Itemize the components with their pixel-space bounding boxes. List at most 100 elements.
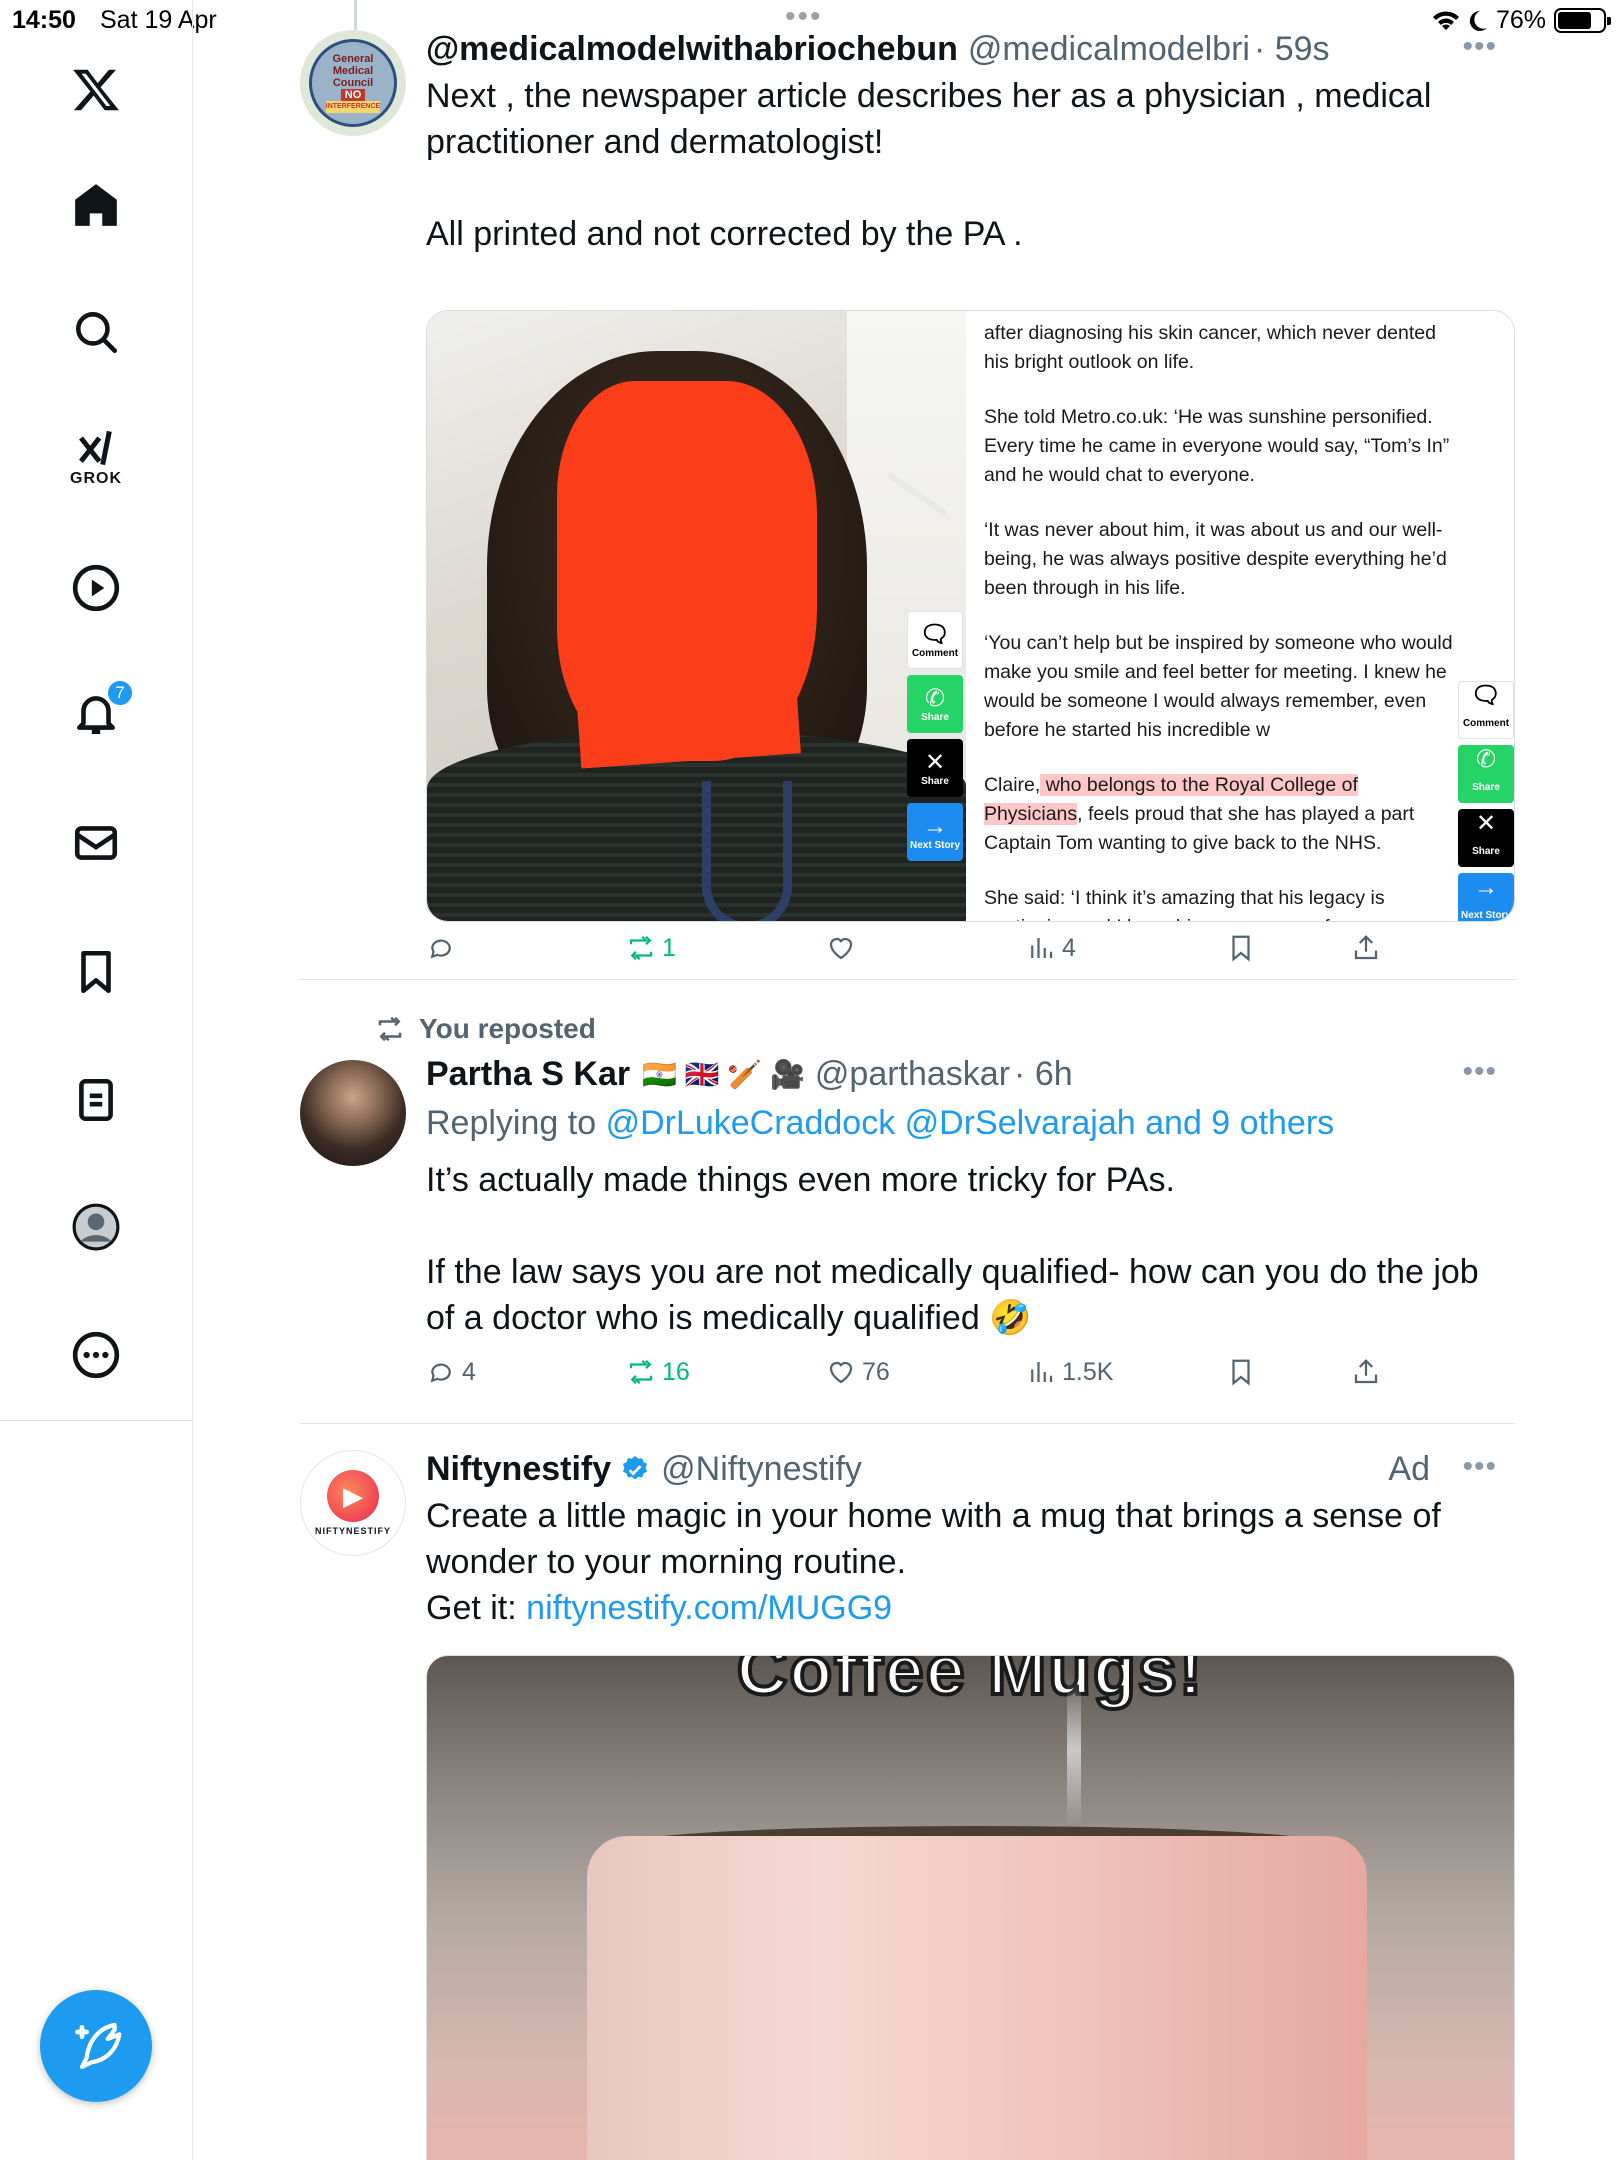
reply-icon [430, 1363, 451, 1383]
article-paragraph: ‘It was never about him, it was about us… [983, 519, 1447, 599]
more-options-icon[interactable]: ••• [1462, 1450, 1497, 1484]
more-options-icon[interactable]: ••• [1462, 30, 1497, 64]
name-emoji: 🇮🇳 🇬🇧 🏏 🎥 [642, 1059, 805, 1090]
x-icon: ✕ [1475, 809, 1497, 837]
share-icon [1354, 1359, 1378, 1384]
sidebar-divider [0, 1420, 193, 1421]
thread-connector [354, 0, 357, 30]
avatar-text-1: General [332, 53, 374, 65]
article-paragraph: after diagnosing his skin cancer, which … [983, 322, 1436, 373]
heart-icon [829, 1361, 853, 1384]
reply-count: 4 [462, 1357, 476, 1386]
heart-icon [829, 937, 853, 960]
search-icon [76, 312, 118, 354]
views-button[interactable]: 1.5K [1026, 1357, 1113, 1387]
x-share-button: ✕ Share [907, 739, 963, 797]
arrow-right-icon: → [1474, 873, 1498, 901]
sidebar-item-messages[interactable] [46, 803, 146, 883]
avatar[interactable]: ▶ NIFTYNESTIFY [300, 1450, 406, 1556]
post-medicalmodel[interactable]: General Medical Council NO INTERFERENCE … [300, 30, 1515, 980]
repost-button[interactable]: 1 [626, 933, 676, 963]
bookmark-icon [81, 950, 111, 994]
author-handle[interactable]: @parthaskar [815, 1055, 1010, 1094]
cta-link[interactable]: niftynestify.com/MUGG9 [526, 1589, 892, 1627]
multitasking-dots-icon[interactable]: ••• [785, 0, 823, 34]
comment-icon: 🗨 [919, 620, 951, 648]
author-name[interactable]: @medicalmodelwithabriochebun [426, 30, 958, 69]
post-time[interactable]: · 6h [1014, 1055, 1073, 1094]
bookmark-button[interactable] [1226, 933, 1256, 963]
like-button[interactable]: 76 [826, 1357, 890, 1387]
article-paragraph: She told Metro.co.uk: ‘He was sunshine p… [983, 406, 1450, 486]
arrow-right-icon: → [923, 812, 947, 840]
repost-label[interactable]: You reposted [419, 1013, 596, 1045]
more-options-icon[interactable]: ••• [1462, 1055, 1497, 1089]
post-text: It’s actually made things even more tric… [426, 1161, 1479, 1337]
sidebar-item-more[interactable] [46, 1315, 146, 1395]
x-logo-icon[interactable] [46, 50, 146, 130]
view-count: 1.5K [1062, 1357, 1114, 1386]
replying-to-users[interactable]: @DrLukeCraddock @DrSelvarajah and 9 othe… [606, 1104, 1335, 1142]
share-label: Comment [1462, 717, 1510, 729]
moon-icon [1469, 10, 1487, 31]
repost-icon [378, 1016, 402, 1042]
sidebar-item-video[interactable] [46, 548, 146, 628]
list-icon [79, 1078, 113, 1122]
reply-button[interactable]: 4 [426, 1357, 476, 1387]
avatar[interactable] [300, 1060, 406, 1166]
post-parthaskar[interactable]: You reposted Partha S Kar 🇮🇳 🇬🇧 🏏 🎥 @par… [300, 1005, 1515, 1420]
share-label: Share [1472, 845, 1500, 857]
play-icon [72, 564, 120, 612]
share-bar-left: 🗨 Comment ✆ Share ✕ Share → Next Story [907, 611, 963, 861]
ad-video[interactable]: Coffee Mugs! [426, 1655, 1515, 2160]
author-handle[interactable]: @medicalmodelbri [968, 30, 1250, 69]
grok-icon [79, 430, 112, 466]
ad-label: Ad [1388, 1450, 1430, 1488]
repost-context: You reposted [375, 1013, 596, 1045]
post-actions: 1 4 [426, 928, 1426, 968]
post-text: Next , the newspaper article describes h… [426, 77, 1432, 253]
views-button[interactable]: 4 [1026, 933, 1076, 963]
post-divider [300, 1423, 1515, 1424]
sidebar-item-explore[interactable] [46, 292, 146, 372]
replying-prefix: Replying to [426, 1104, 597, 1142]
reply-icon [430, 939, 451, 959]
sidebar-item-bookmarks[interactable] [46, 932, 146, 1012]
post-header: Niftynestify @Niftynestify [426, 1450, 1515, 1489]
sidebar: GROK 7 [0, 0, 193, 2160]
post-media[interactable]: 🗨 Comment ✆ Share ✕ Share → Next Story after… [426, 310, 1515, 922]
repost-icon [629, 1359, 653, 1385]
author-name[interactable]: Niftynestify [426, 1450, 611, 1489]
mug-image [587, 1836, 1367, 2160]
sidebar-item-grok[interactable]: GROK [46, 418, 146, 498]
author-handle[interactable]: @Niftynestify [661, 1450, 862, 1489]
share-label: Comment [911, 647, 959, 659]
share-label: Share [921, 775, 949, 787]
post-divider [300, 979, 1515, 980]
sidebar-item-notifications[interactable]: 7 [46, 673, 146, 753]
sidebar-item-lists[interactable] [46, 1060, 146, 1140]
author-name[interactable]: Partha S Kar [426, 1055, 630, 1094]
reply-button[interactable] [426, 933, 462, 963]
bookmark-button[interactable] [1226, 1357, 1256, 1387]
like-button[interactable] [826, 933, 862, 963]
analytics-icon [1031, 938, 1053, 958]
whatsapp-share-button: ✆ Share [1458, 745, 1514, 803]
compose-button[interactable] [40, 1990, 152, 2102]
bookmark-icon [1232, 935, 1250, 962]
avatar[interactable]: General Medical Council NO INTERFERENCE [300, 30, 406, 136]
share-button[interactable] [1351, 933, 1381, 963]
grok-label: GROK [70, 470, 122, 487]
share-bar-right: 🗨 Comment ✆ Share ✕ Share → Next Story [1458, 681, 1514, 921]
cta-line: Get it: niftynestify.com/MUGG9 [426, 1585, 1515, 1631]
repost-button[interactable]: 16 [626, 1357, 690, 1387]
share-button[interactable] [1351, 1357, 1381, 1387]
post-niftynestify-ad[interactable]: ▶ NIFTYNESTIFY Niftynestify @Niftynestif… [300, 1450, 1515, 2160]
video-caption: Coffee Mugs! [735, 1655, 1205, 1711]
cta-prefix: Get it: [426, 1589, 517, 1627]
sidebar-item-profile[interactable] [46, 1187, 146, 1267]
sidebar-item-home[interactable] [46, 165, 146, 245]
post-time[interactable]: · 59s [1254, 30, 1330, 69]
bookmark-icon [1232, 1359, 1250, 1386]
more-circle-icon [72, 1331, 120, 1379]
